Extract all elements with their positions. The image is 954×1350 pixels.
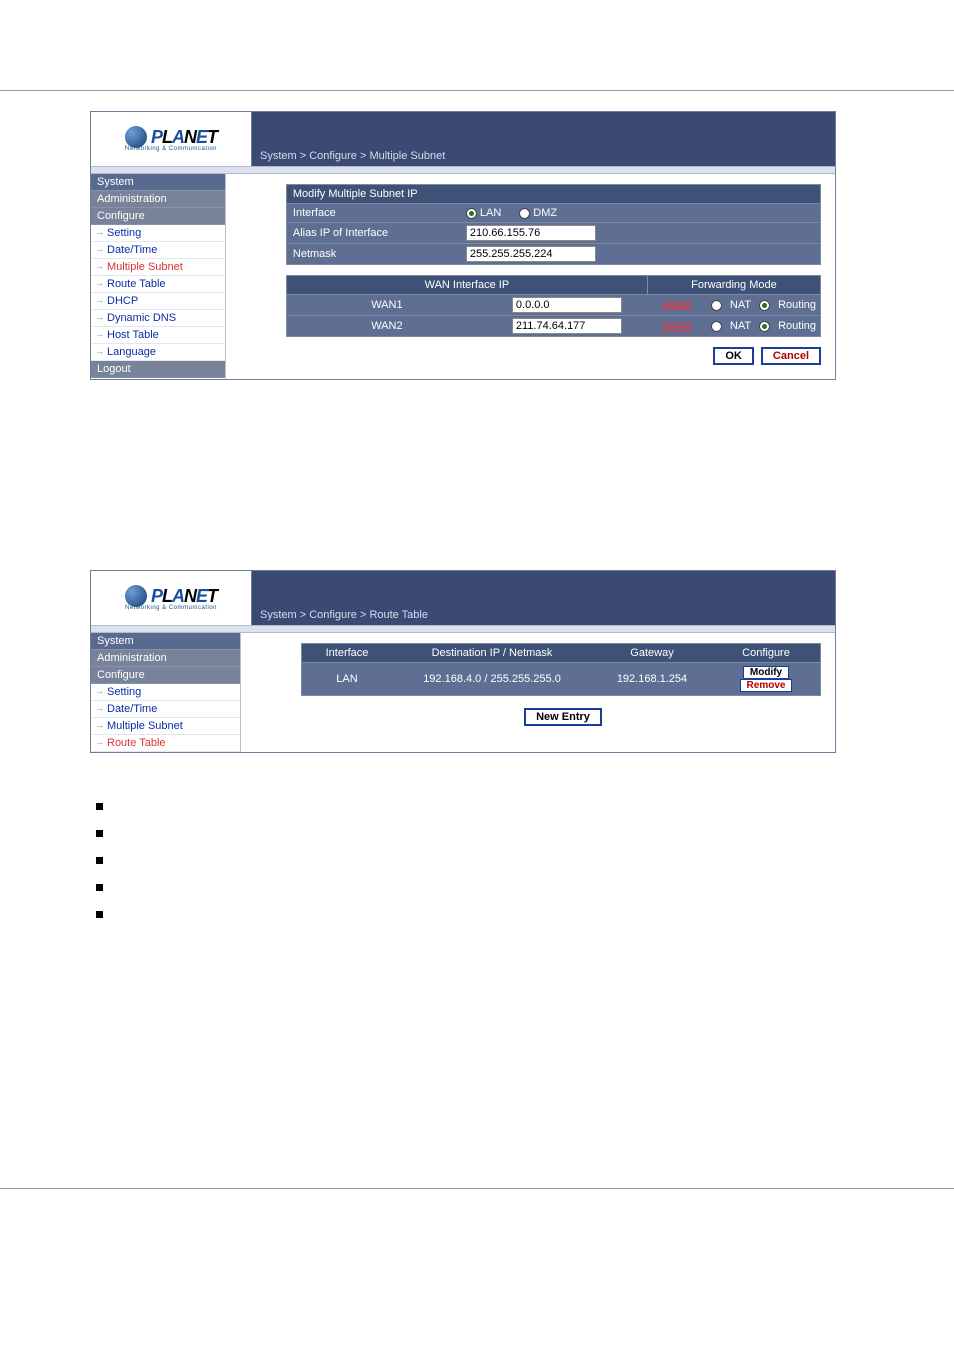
wan2-assist-link[interactable]: Assist xyxy=(662,320,691,332)
netmask-input[interactable] xyxy=(466,246,596,262)
wan1-ip-input[interactable] xyxy=(512,297,622,313)
sidebar-item-datetime[interactable]: Date/Time xyxy=(91,242,225,259)
globe-icon-2 xyxy=(125,585,147,607)
nav-section-configure[interactable]: Configure xyxy=(91,208,225,225)
sidebar-item-language[interactable]: Language xyxy=(91,344,225,361)
alias-ip-label: Alias IP of Interface xyxy=(287,224,462,242)
sidebar-item-dhcp[interactable]: DHCP xyxy=(91,293,225,310)
sidebar2-item-route-table[interactable]: Route Table xyxy=(91,735,240,752)
grid-header-wan-ip: WAN Interface IP xyxy=(287,276,647,294)
panel-title: Modify Multiple Subnet IP xyxy=(287,185,820,203)
sidebar2-item-setting[interactable]: Setting xyxy=(91,684,240,701)
brand-name: PLANET xyxy=(151,127,217,148)
cancel-button[interactable]: Cancel xyxy=(761,347,821,365)
sidebar-item-dynamic-dns[interactable]: Dynamic DNS xyxy=(91,310,225,327)
sidebar-2: System Administration Configure Setting … xyxy=(91,633,241,752)
interface-label: Interface xyxy=(287,204,462,222)
wan1-nat-label: NAT xyxy=(730,299,751,311)
alias-ip-input[interactable] xyxy=(466,225,596,241)
sidebar-item-multiple-subnet[interactable]: Multiple Subnet xyxy=(91,259,225,276)
wan2-routing-label: Routing xyxy=(778,320,816,332)
radio-lan[interactable] xyxy=(466,208,477,219)
modify-subnet-panel: Modify Multiple Subnet IP Interface LAN xyxy=(286,184,821,265)
breadcrumb: System > Configure > Multiple Subnet xyxy=(251,112,835,166)
rt-row-destination: 192.168.4.0 / 255.255.255.0 xyxy=(392,670,592,688)
netmask-label: Netmask xyxy=(287,245,462,263)
nav-section-logout[interactable]: Logout xyxy=(91,361,225,378)
wan1-nat-radio[interactable] xyxy=(711,300,722,311)
nav-section-system[interactable]: System xyxy=(91,174,225,191)
logo-area-2: PLANET Networking & Communication xyxy=(91,571,251,625)
bullet-square-icon xyxy=(96,911,103,918)
ok-button[interactable]: OK xyxy=(713,347,754,365)
grid-iface-wan1: WAN1 xyxy=(287,297,487,313)
wan1-routing-label: Routing xyxy=(778,299,816,311)
rt-header-configure: Configure xyxy=(712,644,820,662)
sidebar-item-route-table[interactable]: Route Table xyxy=(91,276,225,293)
globe-icon xyxy=(125,126,147,148)
radio-lan-label: LAN xyxy=(480,207,501,219)
sidebar-item-setting[interactable]: Setting xyxy=(91,225,225,242)
brand-tagline: Networking & Communication xyxy=(125,146,217,152)
bullet-square-icon xyxy=(96,830,103,837)
app-frame-multiple-subnet: PLANET Networking & Communication System… xyxy=(90,111,836,380)
rt-row-interface: LAN xyxy=(302,670,392,688)
rt-header-destination: Destination IP / Netmask xyxy=(392,644,592,662)
sidebar2-item-multiple-subnet[interactable]: Multiple Subnet xyxy=(91,718,240,735)
wan2-routing-radio[interactable] xyxy=(759,321,770,332)
breadcrumb-2: System > Configure > Route Table xyxy=(251,571,835,625)
grid-header-forwarding-mode: Forwarding Mode xyxy=(647,276,820,294)
wan2-nat-radio[interactable] xyxy=(711,321,722,332)
nav-section-administration[interactable]: Administration xyxy=(91,191,225,208)
nav2-section-configure[interactable]: Configure xyxy=(91,667,240,684)
rt-header-interface: Interface xyxy=(302,644,392,662)
bullet-square-icon xyxy=(96,884,103,891)
bullet-square-icon xyxy=(96,803,103,810)
grid-iface-wan2: WAN2 xyxy=(287,318,487,334)
modify-button[interactable]: Modify xyxy=(743,666,789,679)
sidebar: System Administration Configure Setting … xyxy=(91,174,226,379)
bullet-list xyxy=(96,803,954,918)
radio-dmz-label: DMZ xyxy=(533,207,557,219)
brand-name-2: PLANET xyxy=(151,586,217,607)
wan2-ip-input[interactable] xyxy=(512,318,622,334)
rt-row-gateway: 192.168.1.254 xyxy=(592,670,712,688)
new-entry-button[interactable]: New Entry xyxy=(524,708,602,726)
sidebar2-item-datetime[interactable]: Date/Time xyxy=(91,701,240,718)
sidebar-item-host-table[interactable]: Host Table xyxy=(91,327,225,344)
logo-area: PLANET Networking & Communication xyxy=(91,112,251,166)
nav2-section-administration[interactable]: Administration xyxy=(91,650,240,667)
remove-button[interactable]: Remove xyxy=(740,679,793,692)
rt-header-gateway: Gateway xyxy=(592,644,712,662)
bullet-square-icon xyxy=(96,857,103,864)
wan1-assist-link[interactable]: Assist xyxy=(662,299,691,311)
wan1-routing-radio[interactable] xyxy=(759,300,770,311)
nav2-section-system[interactable]: System xyxy=(91,633,240,650)
app-frame-route-table: PLANET Networking & Communication System… xyxy=(90,570,836,753)
wan2-nat-label: NAT xyxy=(730,320,751,332)
radio-dmz[interactable] xyxy=(519,208,530,219)
brand-tagline-2: Networking & Communication xyxy=(125,605,217,611)
